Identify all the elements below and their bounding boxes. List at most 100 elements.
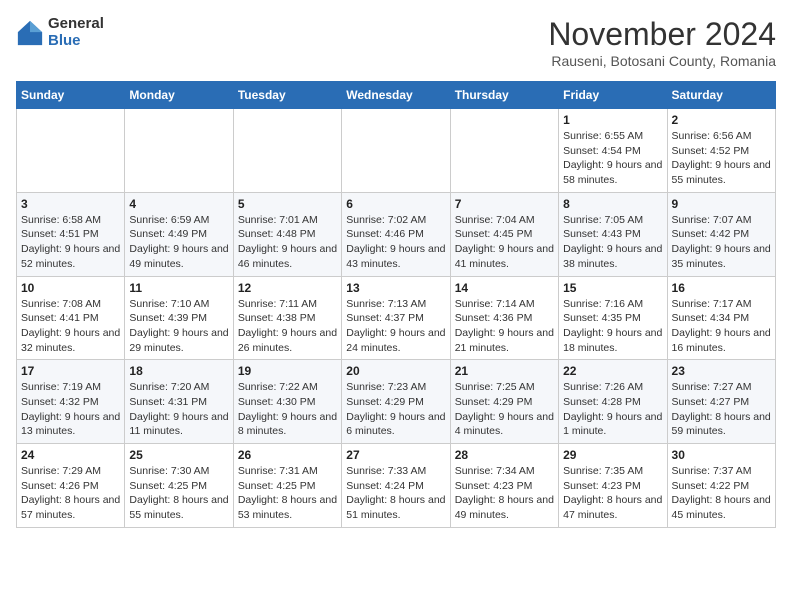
subtitle: Rauseni, Botosani County, Romania	[548, 53, 776, 69]
day-number: 8	[563, 197, 662, 211]
day-number: 4	[129, 197, 228, 211]
day-detail: Sunrise: 7:19 AM Sunset: 4:32 PM Dayligh…	[21, 380, 120, 439]
day-number: 29	[563, 448, 662, 462]
day-detail: Sunrise: 7:30 AM Sunset: 4:25 PM Dayligh…	[129, 464, 228, 523]
day-number: 27	[346, 448, 445, 462]
day-number: 9	[672, 197, 771, 211]
day-cell: 30Sunrise: 7:37 AM Sunset: 4:22 PM Dayli…	[667, 444, 775, 528]
day-detail: Sunrise: 7:07 AM Sunset: 4:42 PM Dayligh…	[672, 213, 771, 272]
day-cell: 16 Sunrise: 7:17 AM Sunset: 4:34 PM Dayli…	[667, 276, 775, 360]
day-cell	[233, 109, 341, 193]
day-detail: Sunrise: 7:37 AM Sunset: 4:22 PM Dayligh…	[672, 464, 771, 523]
day-detail: Sunrise: 6:56 AM Sunset: 4:52 PM Dayligh…	[672, 129, 771, 188]
day-cell: 6 Sunrise: 7:02 AM Sunset: 4:46 PM Daylig…	[342, 192, 450, 276]
day-cell: 24 Sunrise: 7:29 AM Sunset: 4:26 PM Dayli…	[17, 444, 125, 528]
logo-icon	[16, 19, 44, 47]
day-number: 21	[455, 364, 554, 378]
header-day-thursday: Thursday	[450, 82, 558, 109]
month-title: November 2024	[548, 16, 776, 53]
day-cell: 23 Sunrise: 7:27 AM Sunset: 4:27 PM Dayli…	[667, 360, 775, 444]
day-detail: Sunrise: 6:55 AM Sunset: 4:54 PM Dayligh…	[563, 129, 662, 188]
day-detail: Sunrise: 7:31 AM Sunset: 4:25 PM Dayligh…	[238, 464, 337, 523]
day-cell: 25 Sunrise: 7:30 AM Sunset: 4:25 PM Dayli…	[125, 444, 233, 528]
day-cell: 11 Sunrise: 7:10 AM Sunset: 4:39 PM Dayli…	[125, 276, 233, 360]
day-detail: Sunrise: 6:58 AM Sunset: 4:51 PM Dayligh…	[21, 213, 120, 272]
week-row-3: 10 Sunrise: 7:08 AM Sunset: 4:41 PM Dayli…	[17, 276, 776, 360]
day-cell: 4 Sunrise: 6:59 AM Sunset: 4:49 PM Daylig…	[125, 192, 233, 276]
day-cell: 19 Sunrise: 7:22 AM Sunset: 4:30 PM Dayli…	[233, 360, 341, 444]
calendar: SundayMondayTuesdayWednesdayThursdayFrid…	[16, 81, 776, 528]
day-number: 6	[346, 197, 445, 211]
day-number: 26	[238, 448, 337, 462]
header-day-sunday: Sunday	[17, 82, 125, 109]
day-cell: 28 Sunrise: 7:34 AM Sunset: 4:23 PM Dayli…	[450, 444, 558, 528]
header-day-tuesday: Tuesday	[233, 82, 341, 109]
day-detail: Sunrise: 7:29 AM Sunset: 4:26 PM Dayligh…	[21, 464, 120, 523]
day-number: 11	[129, 281, 228, 295]
week-row-2: 3Sunrise: 6:58 AM Sunset: 4:51 PM Daylig…	[17, 192, 776, 276]
day-number: 2	[672, 113, 771, 127]
header-day-monday: Monday	[125, 82, 233, 109]
day-cell	[342, 109, 450, 193]
week-row-5: 24 Sunrise: 7:29 AM Sunset: 4:26 PM Dayli…	[17, 444, 776, 528]
day-detail: Sunrise: 7:10 AM Sunset: 4:39 PM Dayligh…	[129, 297, 228, 356]
day-number: 10	[21, 281, 120, 295]
day-cell: 2 Sunrise: 6:56 AM Sunset: 4:52 PM Daylig…	[667, 109, 775, 193]
header-row: SundayMondayTuesdayWednesdayThursdayFrid…	[17, 82, 776, 109]
day-detail: Sunrise: 7:26 AM Sunset: 4:28 PM Dayligh…	[563, 380, 662, 439]
title-area: November 2024 Rauseni, Botosani County, …	[548, 16, 776, 69]
calendar-body: 1 Sunrise: 6:55 AM Sunset: 4:54 PM Daylig…	[17, 109, 776, 528]
day-number: 1	[563, 113, 662, 127]
day-number: 7	[455, 197, 554, 211]
header-day-friday: Friday	[559, 82, 667, 109]
day-detail: Sunrise: 7:02 AM Sunset: 4:46 PM Dayligh…	[346, 213, 445, 272]
header: General Blue November 2024 Rauseni, Boto…	[16, 16, 776, 69]
day-cell: 27 Sunrise: 7:33 AM Sunset: 4:24 PM Dayli…	[342, 444, 450, 528]
day-cell: 17 Sunrise: 7:19 AM Sunset: 4:32 PM Dayli…	[17, 360, 125, 444]
day-cell	[125, 109, 233, 193]
day-number: 24	[21, 448, 120, 462]
logo-blue-text: Blue	[48, 33, 104, 50]
day-cell: 12Sunrise: 7:11 AM Sunset: 4:38 PM Dayli…	[233, 276, 341, 360]
day-detail: Sunrise: 7:22 AM Sunset: 4:30 PM Dayligh…	[238, 380, 337, 439]
day-number: 16	[672, 281, 771, 295]
logo: General Blue	[16, 16, 104, 49]
day-cell: 7 Sunrise: 7:04 AM Sunset: 4:45 PM Daylig…	[450, 192, 558, 276]
day-detail: Sunrise: 7:27 AM Sunset: 4:27 PM Dayligh…	[672, 380, 771, 439]
day-number: 23	[672, 364, 771, 378]
day-detail: Sunrise: 6:59 AM Sunset: 4:49 PM Dayligh…	[129, 213, 228, 272]
day-number: 19	[238, 364, 337, 378]
day-detail: Sunrise: 7:33 AM Sunset: 4:24 PM Dayligh…	[346, 464, 445, 523]
day-cell: 20Sunrise: 7:23 AM Sunset: 4:29 PM Dayli…	[342, 360, 450, 444]
day-cell: 3Sunrise: 6:58 AM Sunset: 4:51 PM Daylig…	[17, 192, 125, 276]
day-cell: 9 Sunrise: 7:07 AM Sunset: 4:42 PM Daylig…	[667, 192, 775, 276]
day-number: 15	[563, 281, 662, 295]
day-number: 5	[238, 197, 337, 211]
day-detail: Sunrise: 7:05 AM Sunset: 4:43 PM Dayligh…	[563, 213, 662, 272]
day-cell	[17, 109, 125, 193]
day-cell: 10 Sunrise: 7:08 AM Sunset: 4:41 PM Dayli…	[17, 276, 125, 360]
day-detail: Sunrise: 7:08 AM Sunset: 4:41 PM Dayligh…	[21, 297, 120, 356]
day-cell: 14Sunrise: 7:14 AM Sunset: 4:36 PM Dayli…	[450, 276, 558, 360]
day-detail: Sunrise: 7:01 AM Sunset: 4:48 PM Dayligh…	[238, 213, 337, 272]
day-cell: 5 Sunrise: 7:01 AM Sunset: 4:48 PM Daylig…	[233, 192, 341, 276]
day-number: 17	[21, 364, 120, 378]
calendar-header: SundayMondayTuesdayWednesdayThursdayFrid…	[17, 82, 776, 109]
day-cell: 15Sunrise: 7:16 AM Sunset: 4:35 PM Dayli…	[559, 276, 667, 360]
day-detail: Sunrise: 7:35 AM Sunset: 4:23 PM Dayligh…	[563, 464, 662, 523]
day-detail: Sunrise: 7:25 AM Sunset: 4:29 PM Dayligh…	[455, 380, 554, 439]
day-detail: Sunrise: 7:14 AM Sunset: 4:36 PM Dayligh…	[455, 297, 554, 356]
week-row-4: 17 Sunrise: 7:19 AM Sunset: 4:32 PM Dayli…	[17, 360, 776, 444]
day-number: 25	[129, 448, 228, 462]
day-cell	[450, 109, 558, 193]
day-number: 22	[563, 364, 662, 378]
day-cell: 26 Sunrise: 7:31 AM Sunset: 4:25 PM Dayli…	[233, 444, 341, 528]
day-number: 28	[455, 448, 554, 462]
day-detail: Sunrise: 7:34 AM Sunset: 4:23 PM Dayligh…	[455, 464, 554, 523]
day-detail: Sunrise: 7:20 AM Sunset: 4:31 PM Dayligh…	[129, 380, 228, 439]
header-day-wednesday: Wednesday	[342, 82, 450, 109]
day-cell: 13Sunrise: 7:13 AM Sunset: 4:37 PM Dayli…	[342, 276, 450, 360]
day-detail: Sunrise: 7:04 AM Sunset: 4:45 PM Dayligh…	[455, 213, 554, 272]
day-detail: Sunrise: 7:13 AM Sunset: 4:37 PM Dayligh…	[346, 297, 445, 356]
day-detail: Sunrise: 7:17 AM Sunset: 4:34 PM Dayligh…	[672, 297, 771, 356]
